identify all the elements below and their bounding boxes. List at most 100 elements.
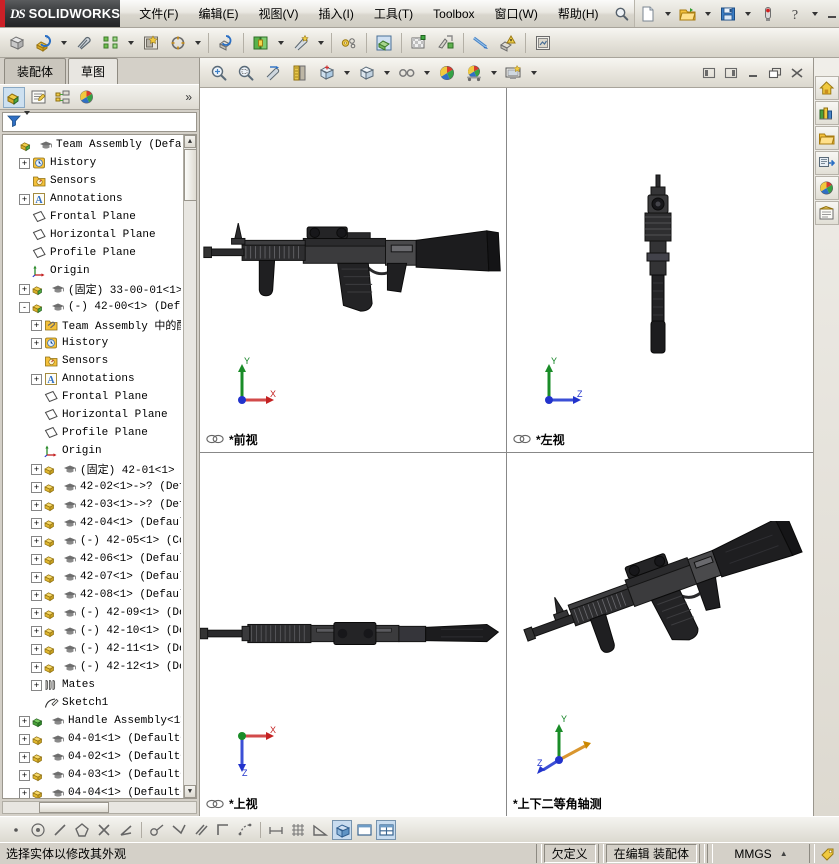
task-pane-file-explorer[interactable] [814,126,839,150]
expand-toggle-icon[interactable]: + [31,517,42,529]
task-pane-home[interactable] [814,76,839,100]
new-motion-study-icon[interactable] [288,31,314,55]
expand-toggle-icon[interactable]: + [19,769,30,781]
parallel-icon[interactable] [147,820,167,840]
expand-toggle-icon[interactable]: + [19,283,30,295]
expand-toggle-icon[interactable]: + [31,319,42,331]
reference-geometry-icon[interactable] [248,31,274,55]
menu-window[interactable]: 窗口(W) [486,1,547,26]
new-document-dropdown[interactable] [662,2,674,26]
tree-item[interactable]: +04-02<1> (Default<<D [3,748,183,766]
expand-toggle-icon[interactable]: + [31,373,42,385]
property-manager-icon[interactable] [27,87,49,108]
smart-fasteners-icon[interactable] [138,31,164,55]
tree-item[interactable]: + (固定) 42-01<1> ( [3,460,183,478]
rebuild-icon[interactable] [755,2,781,26]
tree-horizontal-scrollbar[interactable] [2,801,197,814]
expand-toggle-icon[interactable]: + [19,733,30,745]
menu-tools[interactable]: 工具(T) [365,1,422,26]
display-style-dropdown[interactable] [381,61,393,85]
tree-item[interactable]: Frontal Plane [3,208,183,226]
expand-toggle-icon[interactable]: + [19,193,30,205]
bill-of-materials-icon[interactable] [336,31,362,55]
apply-scene-icon[interactable] [461,61,487,85]
task-pane-design-library[interactable] [814,101,839,125]
move-component-icon[interactable] [165,31,191,55]
tile-right-icon[interactable] [721,64,741,82]
task-pane-appearances[interactable] [814,176,839,200]
single-view-icon[interactable] [354,820,374,840]
expand-toggle-icon[interactable]: + [31,499,42,511]
dimension-display-icon[interactable] [266,820,286,840]
tree-item[interactable]: Horizontal Plane [3,226,183,244]
h-scroll-thumb[interactable] [39,802,109,813]
tag-icon[interactable] [820,846,836,862]
feature-tree[interactable]: Team Assembly (Default< + History Sensors + A… [2,134,197,799]
point-relation-icon[interactable] [6,820,26,840]
menu-view[interactable]: 视图(V) [250,1,308,26]
interference-detection-icon[interactable] [433,31,459,55]
tangent-icon[interactable] [116,820,136,840]
expand-toggle-icon[interactable]: + [31,643,42,655]
expand-toggle-icon[interactable]: + [31,535,42,547]
view-orientation-icon[interactable] [314,61,340,85]
intersection-icon[interactable] [94,820,114,840]
hole-alignment-icon[interactable] [495,31,521,55]
mate-icon[interactable] [71,31,97,55]
feature-tree-icon[interactable] [3,86,25,108]
merge-points-icon[interactable] [191,820,211,840]
viewport-trimetric[interactable]: Y Z *上下二等角轴测 [507,452,813,816]
expand-toggle-icon[interactable]: + [19,157,30,169]
tree-item[interactable]: + History [3,334,183,352]
reference-geometry-dropdown[interactable] [275,31,287,55]
search-icon[interactable] [610,6,634,22]
tree-item[interactable]: +42-07<1> (Default [3,568,183,586]
tree-item[interactable]: + A Annotations [3,190,183,208]
corner-icon[interactable] [213,820,233,840]
tree-item[interactable]: - (-) 42-00<1> (Default [3,298,183,316]
tree-item[interactable]: + (-) 42-10<1> (Def [3,622,183,640]
save-dropdown[interactable] [742,2,754,26]
menu-file[interactable]: 文件(F) [130,1,187,26]
tree-filter-bar[interactable] [2,111,197,132]
display-style-icon[interactable] [354,61,380,85]
edit-appearance-icon[interactable] [434,61,460,85]
tree-item[interactable]: +04-04<1> (Default<<D [3,784,183,798]
status-units[interactable]: MMGS ▲ [715,844,807,863]
doc-close-icon[interactable] [787,64,807,82]
tree-item[interactable]: + History [3,154,183,172]
zoom-to-area-icon[interactable] [233,61,259,85]
tree-item[interactable]: +42-06<1> (Default [3,550,183,568]
collapse-toggle-icon[interactable]: - [19,301,30,313]
new-document-icon[interactable] [635,2,661,26]
display-manager-icon[interactable] [75,87,97,108]
exploded-view-icon[interactable] [371,31,397,55]
expand-toggle-icon[interactable]: + [19,787,30,798]
hide-show-items-icon[interactable] [394,61,420,85]
tree-item[interactable]: +42-08<1> (Default [3,586,183,604]
help-dropdown[interactable] [809,2,821,26]
tree-item[interactable]: Frontal Plane [3,388,183,406]
expand-toggle-icon[interactable]: + [31,571,42,583]
menu-edit[interactable]: 编辑(E) [190,1,248,26]
tree-item[interactable]: + Team Assembly 中的配 [3,316,183,334]
configuration-icon[interactable] [51,87,73,108]
tree-item[interactable]: Origin [3,262,183,280]
assembly-visualization-icon[interactable] [530,31,556,55]
tree-item[interactable]: + Handle Assembly<1> ( [3,712,183,730]
expand-toggle-icon[interactable]: + [19,715,30,727]
tree-item[interactable]: Horizontal Plane [3,406,183,424]
tree-item[interactable]: + A Annotations [3,370,183,388]
tree-item[interactable]: Origin [3,442,183,460]
expand-toggle-icon[interactable]: + [31,463,42,475]
tree-item[interactable]: +42-04<1> (Default [3,514,183,532]
section-view-icon[interactable] [287,61,313,85]
tree-item[interactable]: Sketch1 [3,694,183,712]
task-pane-custom-properties[interactable] [814,201,839,225]
edit-component-icon[interactable] [4,31,30,55]
tree-item[interactable]: + (-) 42-05<1> (Com [3,532,183,550]
save-icon[interactable] [715,2,741,26]
viewport-front[interactable]: Y X *前视 [200,88,506,452]
tree-item[interactable]: + (-) 42-12<1> (Def [3,658,183,676]
expand-toggle-icon[interactable]: + [19,751,30,763]
